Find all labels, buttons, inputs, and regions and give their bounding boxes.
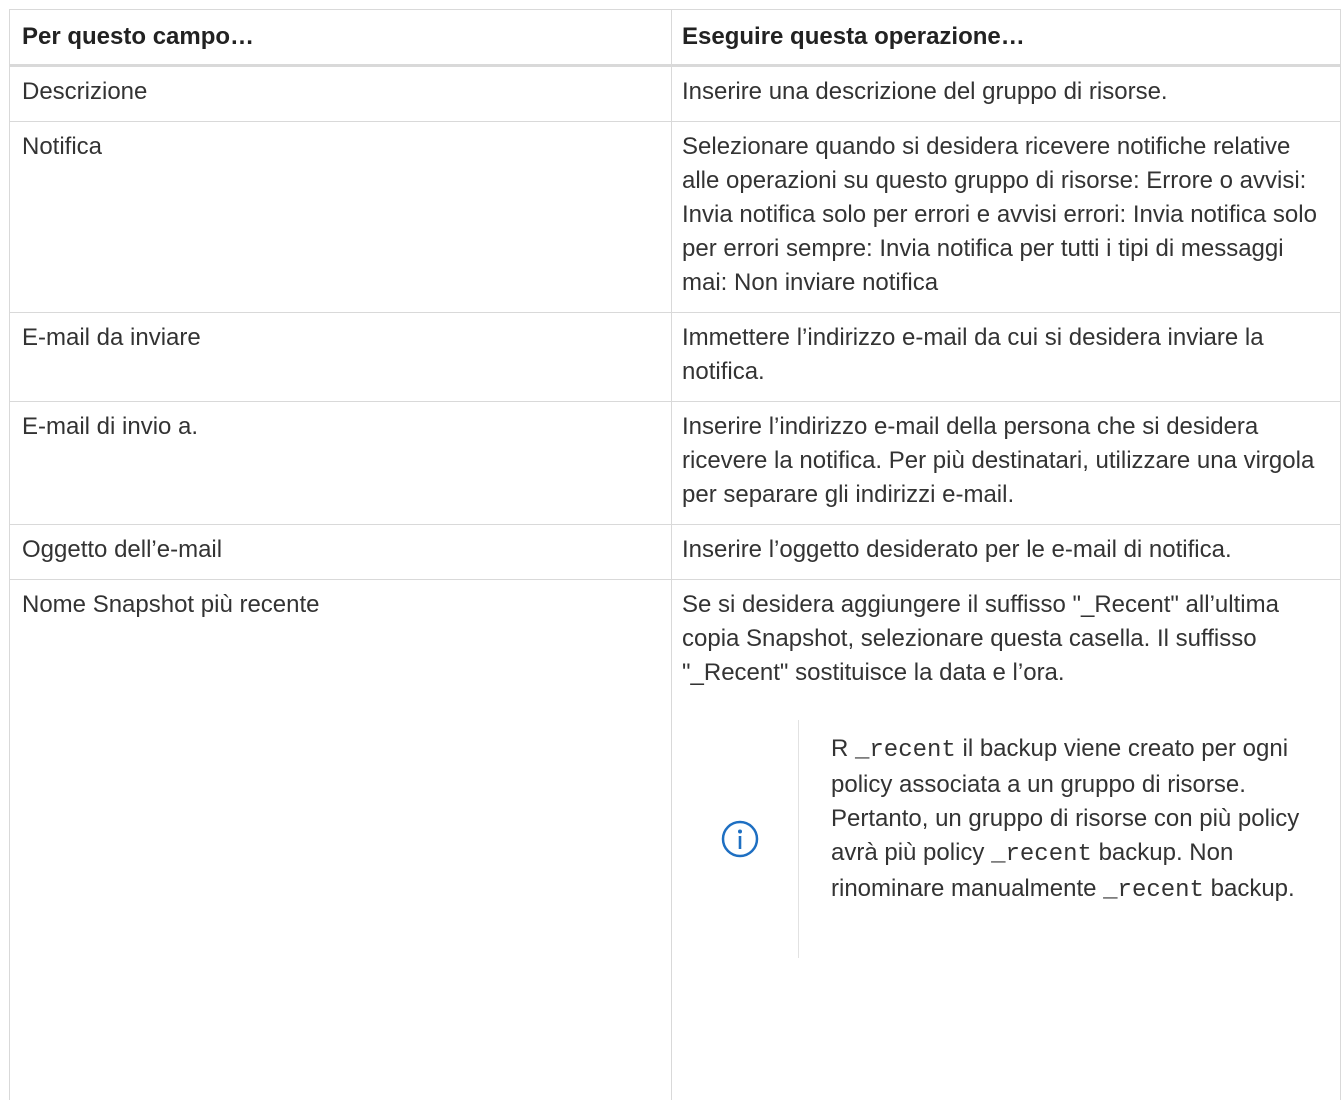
field-action: Inserire l’indirizzo e-mail della person… <box>682 413 1315 508</box>
field-name: Descrizione <box>10 67 672 121</box>
table-row: E-mail da inviare Immettere l’indirizzo … <box>10 313 1340 402</box>
field-name: E-mail da inviare <box>10 313 672 401</box>
table-row: E-mail di invio a. Inserire l’indirizzo … <box>10 402 1340 525</box>
field-name: Nome Snapshot più recente <box>10 580 672 1100</box>
note-text-part: backup. <box>1203 875 1295 902</box>
field-action: Immettere l’indirizzo e-mail da cui si d… <box>682 324 1264 385</box>
table-row: Oggetto dell’e-mail Inserire l’oggetto d… <box>10 525 1340 580</box>
table-row: Descrizione Inserire una descrizione del… <box>10 67 1340 122</box>
field-action: Selezionare quando si desidera ricevere … <box>682 133 1317 296</box>
table-header-row: Per questo campo… Eseguire questa operaz… <box>10 10 1340 67</box>
note-text: R _recent il backup viene creato per ogn… <box>799 720 1311 958</box>
field-action: Inserire l’oggetto desiderato per le e-m… <box>682 536 1232 563</box>
info-icon <box>721 820 759 858</box>
note-icon-column <box>682 720 799 958</box>
field-action: Se si desidera aggiungere il suffisso "_… <box>682 591 1279 686</box>
info-note: R _recent il backup viene creato per ogn… <box>682 720 1332 958</box>
field-action-cell: Se si desidera aggiungere il suffisso "_… <box>672 580 1340 1100</box>
column-header-action: Eseguire questa operazione… <box>682 23 1025 50</box>
table-row: Notifica Selezionare quando si desidera … <box>10 122 1340 313</box>
table-row: Nome Snapshot più recente Se si desidera… <box>10 580 1340 1100</box>
column-header-field: Per questo campo… <box>10 10 672 64</box>
code-recent: _recent <box>1103 877 1204 904</box>
code-recent: _recent <box>991 841 1092 868</box>
field-name: Notifica <box>10 122 672 312</box>
field-name: E-mail di invio a. <box>10 402 672 524</box>
settings-table: Per questo campo… Eseguire questa operaz… <box>9 9 1341 1100</box>
code-recent: _recent <box>855 737 956 764</box>
field-action: Inserire una descrizione del gruppo di r… <box>682 78 1168 105</box>
note-text-part: R <box>831 735 855 762</box>
field-name: Oggetto dell’e-mail <box>10 525 672 579</box>
